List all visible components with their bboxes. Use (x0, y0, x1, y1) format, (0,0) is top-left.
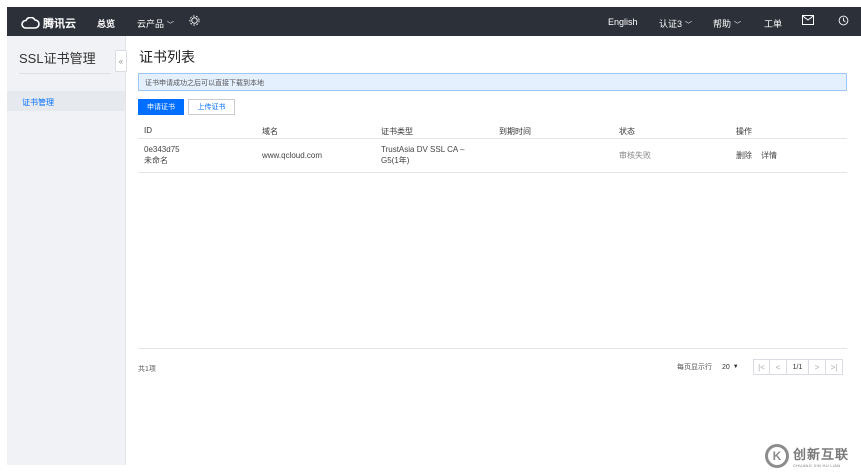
sidebar-title: SSL证书管理 (19, 51, 96, 66)
nav-overview[interactable]: 总览 (97, 17, 115, 30)
pagination: |< < 1/1 > >| (753, 359, 843, 375)
column-header-type: 证书类型 (381, 127, 413, 136)
cloud-logo-icon (21, 17, 40, 29)
status-badge: 审核失败 (619, 151, 651, 160)
column-header-id: ID (144, 126, 152, 135)
per-page-label: 每页显示行 (677, 364, 712, 371)
mail-icon[interactable] (802, 15, 814, 27)
info-notice-text: 证书申请成功之后可以直接下载到本地 (145, 80, 264, 87)
nav-auth-label: 认证3 (659, 19, 683, 29)
nav-ticket[interactable]: 工单 (764, 17, 782, 30)
divider (19, 73, 111, 74)
nav-products[interactable]: 云产品 ﹀ (137, 17, 174, 30)
column-header-status: 状态 (619, 127, 635, 136)
nav-help-label: 帮助 (713, 19, 732, 29)
caret-down-icon: ▼ (732, 364, 739, 370)
first-page-button[interactable]: |< (753, 359, 770, 375)
divider (138, 348, 847, 349)
watermark-text: 创新互联 CHUANG XIN HU LIAN (793, 444, 849, 468)
sidebar-collapse-button[interactable]: « (115, 50, 127, 72)
page-title: 证书列表 (139, 49, 195, 65)
certificate-domain: www.qcloud.com (262, 151, 323, 160)
chevron-down-icon: ﹀ (685, 22, 693, 29)
double-chevron-left-icon: « (118, 56, 124, 66)
history-icon[interactable] (838, 15, 849, 28)
nav-auth[interactable]: 认证3 ﹀ (659, 17, 692, 30)
prev-page-button[interactable]: < (770, 359, 787, 375)
column-header-domain: 域名 (262, 127, 278, 136)
chevron-down-icon: ﹀ (734, 22, 742, 29)
certificate-id-link[interactable]: 0e343d75 (144, 145, 180, 155)
watermark-logo: K 创新互联 CHUANG XIN HU LIAN (760, 435, 861, 476)
apply-certificate-button[interactable]: 申请证书 (138, 99, 184, 115)
certificate-name: 未命名 (144, 156, 168, 165)
delete-link[interactable]: 删除 (736, 151, 752, 161)
sidebar-item-certificate-management[interactable]: 证书管理 (7, 91, 125, 111)
table-header: ID 域名 证书类型 到期时间 状态 操作 (138, 122, 847, 139)
brand-name: 腾讯云 (43, 18, 76, 30)
upload-certificate-button[interactable]: 上传证书 (188, 99, 235, 115)
watermark-main-text: 创新互联 (793, 446, 850, 462)
per-page-value: 20 (722, 363, 730, 371)
column-header-actions: 操作 (736, 127, 752, 136)
watermark-icon: K (765, 443, 789, 468)
next-page-button[interactable]: > (809, 359, 826, 375)
chevron-down-icon: ﹀ (167, 22, 175, 29)
per-page-select[interactable]: 20 ▼ (722, 359, 739, 375)
gear-icon[interactable] (189, 15, 200, 28)
last-page-button[interactable]: >| (826, 359, 843, 375)
sidebar-item-label: 证书管理 (22, 98, 54, 107)
brand-logo[interactable]: 腾讯云 (20, 15, 76, 31)
certificate-type-line1: TrustAsia DV SSL CA – (381, 145, 465, 154)
page-indicator: 1/1 (787, 359, 809, 375)
info-notice: 证书申请成功之后可以直接下载到本地 (138, 73, 847, 91)
certificate-type-line2: G5(1年) (381, 156, 410, 165)
detail-link[interactable]: 详情 (761, 151, 777, 161)
nav-language[interactable]: English (608, 17, 638, 27)
nav-help[interactable]: 帮助 ﹀ (713, 17, 741, 30)
table-row: 0e343d75 未命名 www.qcloud.com TrustAsia DV… (138, 139, 847, 173)
nav-products-label: 云产品 (137, 19, 165, 29)
certificate-table: ID 域名 证书类型 到期时间 状态 操作 0e343d75 未命名 www.q… (138, 122, 847, 173)
total-count: 共1项 (138, 366, 156, 373)
watermark-sub-text: CHUANG XIN HU LIAN (793, 462, 841, 468)
column-header-expiry: 到期时间 (499, 127, 531, 136)
sidebar: SSL证书管理 证书管理 (7, 36, 126, 465)
top-navbar: 腾讯云 总览 云产品 ﹀ English 认证3 ﹀ 帮助 ﹀ 工单 (7, 7, 861, 36)
